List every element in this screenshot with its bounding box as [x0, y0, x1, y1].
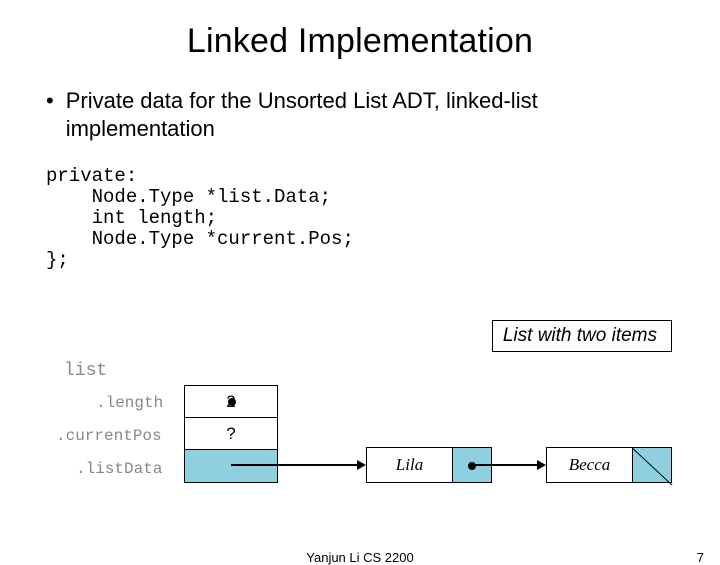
- code-line: Node.Type *list.Data;: [46, 186, 331, 208]
- pointer-dot: [228, 398, 236, 406]
- record-struct: 2 ?: [184, 385, 278, 483]
- list-node: Becca: [546, 447, 672, 483]
- field-label-currentPos: .currentPos: [56, 427, 162, 445]
- bullet-text: Private data for the Unsorted List ADT, …: [66, 87, 692, 142]
- node-next-null: [633, 448, 671, 482]
- diagram: list .length .currentPos .listData 2 ? L…: [56, 357, 676, 502]
- bullet-item: • Private data for the Unsorted List ADT…: [0, 87, 720, 142]
- code-line: };: [46, 249, 69, 271]
- list-label: list: [64, 361, 107, 381]
- bullet-dot: •: [46, 87, 54, 142]
- code-line: int length;: [46, 207, 217, 229]
- slide-title: Linked Implementation: [0, 22, 720, 61]
- arrow-head-icon: [357, 460, 366, 470]
- node-info: Becca: [547, 448, 633, 482]
- pointer-arrow: [231, 464, 357, 466]
- footer-page-number: 7: [697, 550, 704, 565]
- listData-cell: [185, 450, 277, 482]
- code-line: private:: [46, 165, 137, 187]
- code-block: private: Node.Type *list.Data; int lengt…: [46, 166, 720, 270]
- code-line: Node.Type *current.Pos;: [46, 228, 354, 250]
- node-info: Lila: [367, 448, 453, 482]
- field-label-length: .length: [96, 394, 163, 412]
- field-label-listData: .listData: [76, 460, 162, 478]
- arrow-head-icon: [537, 460, 546, 470]
- null-slash-icon: [633, 448, 671, 482]
- footer-center: Yanjun Li CS 2200: [306, 550, 413, 565]
- currentPos-cell: ?: [185, 418, 277, 450]
- caption-box: List with two items: [492, 320, 672, 352]
- pointer-arrow: [474, 464, 537, 466]
